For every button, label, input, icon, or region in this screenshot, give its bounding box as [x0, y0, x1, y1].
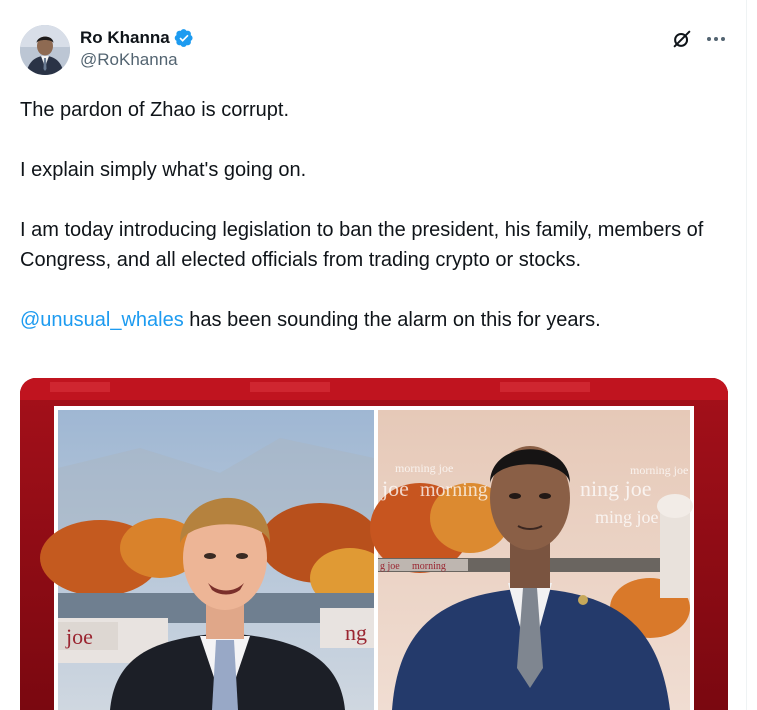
display-name[interactable]: Ro Khanna [80, 28, 170, 48]
tweet-header: Ro Khanna @RoKhanna [20, 25, 730, 77]
video-frame: joe ng joe morning ning joe ming joe mor… [20, 378, 728, 710]
handle[interactable]: @RoKhanna [80, 50, 194, 70]
screen-text-joe-right: joe [381, 476, 409, 501]
screen-text-joe-left: joe [65, 624, 93, 649]
avatar[interactable] [20, 25, 70, 75]
more-horizontal-icon[interactable] [704, 27, 728, 51]
screen-text-morning-right: morning [420, 479, 488, 501]
left-video-pane: joe ng [40, 410, 390, 710]
mention-link[interactable]: @unusual_whales [20, 309, 184, 331]
right-video-pane: joe morning ning joe ming joe morning jo… [370, 410, 693, 710]
screen-text-ningjoe-right: ning joe [580, 476, 652, 501]
verified-badge-icon[interactable] [174, 28, 194, 48]
column-divider [746, 0, 747, 710]
screen-text-lowerbar-left: g joe [380, 561, 400, 572]
screen-text-morningjoe-right: ming joe [595, 507, 659, 527]
screen-text-morningjoe-small: morning joe [395, 461, 453, 475]
screen-text-ng-left: ng [345, 620, 367, 645]
screen-text-lowerbar-morning: morning [412, 561, 446, 572]
grok-slash-circle-icon[interactable] [670, 27, 694, 51]
tweet-paragraph-1: The pardon of Zhao is corrupt. [20, 99, 290, 121]
tweet-paragraph-2: I explain simply what's going on. [20, 159, 307, 181]
tweet-paragraph-4-text: has been sounding the alarm on this for … [183, 309, 601, 331]
tweet-paragraph-3: I am today introducing legislation to ba… [20, 219, 704, 271]
tweet-paragraph-4: @unusual_whales has been sounding the al… [20, 305, 720, 335]
tweet-text: The pardon of Zhao is corrupt. I explain… [20, 95, 720, 365]
author-names: Ro Khanna @RoKhanna [80, 27, 194, 70]
screen-text-morningjoe-small-2: morning joe [630, 463, 688, 477]
video-media[interactable]: joe ng joe morning ning joe ming joe mor… [20, 378, 728, 710]
